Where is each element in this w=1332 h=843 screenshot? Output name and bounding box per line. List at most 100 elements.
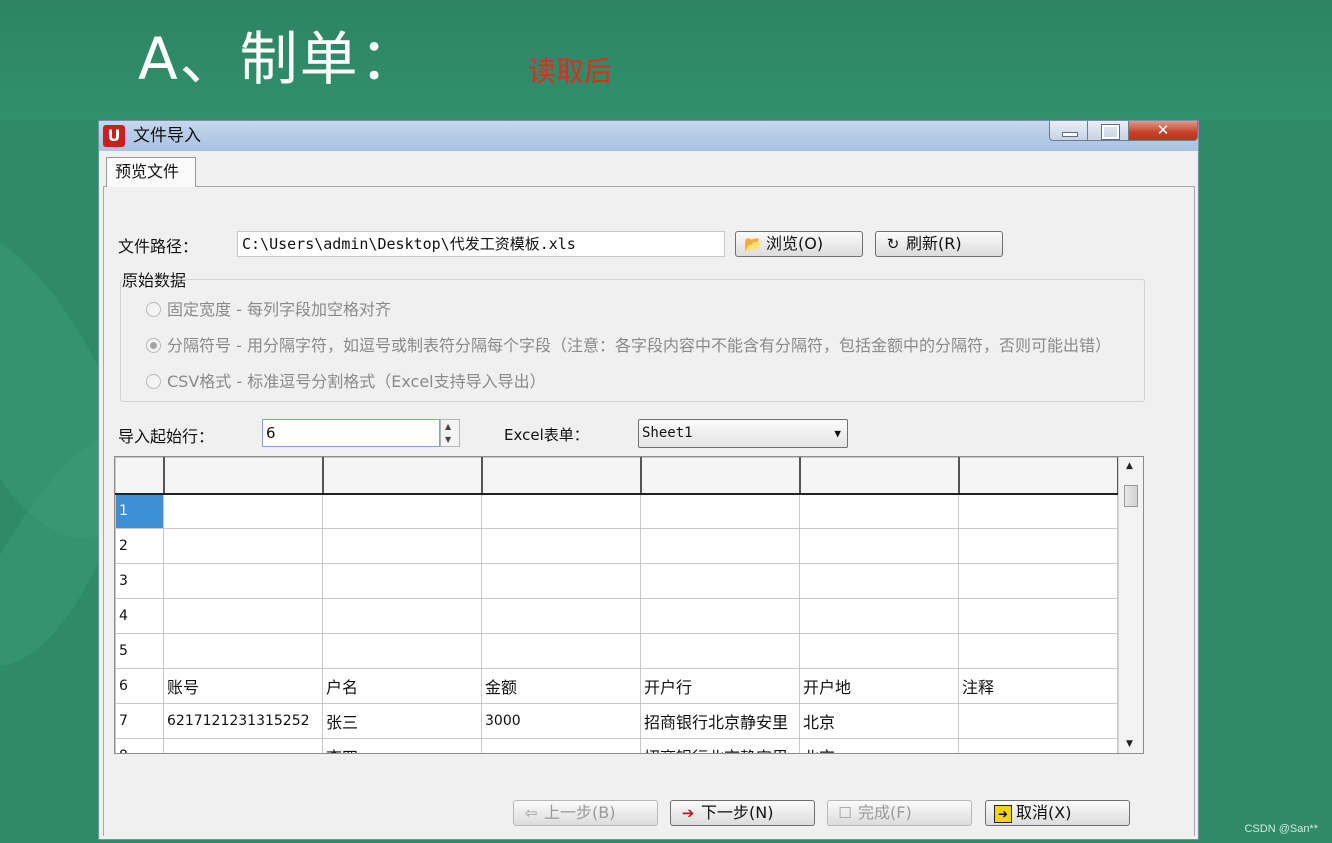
grid-cell[interactable] xyxy=(163,633,323,669)
grid-cell[interactable] xyxy=(322,563,482,599)
row-number-cell[interactable]: 6 xyxy=(115,668,164,704)
grid-cell[interactable]: 开户地 xyxy=(799,668,959,704)
grid-cell[interactable]: 北京 xyxy=(799,738,959,753)
grid-cell[interactable] xyxy=(322,598,482,634)
row-number-cell[interactable]: 3 xyxy=(115,563,164,599)
maximize-button[interactable] xyxy=(1087,121,1129,141)
start-row-label: 导入起始行： xyxy=(118,427,215,446)
table-row[interactable]: 8 李四 招商银行北京静安里北京 xyxy=(115,738,1118,753)
scroll-down-icon[interactable]: ▼ xyxy=(1126,739,1133,749)
preview-grid[interactable]: 1 2 3 4 5 6 账号 户名 金额 开户行 开户地 注释 7 6217121231315252 张三 3… xyxy=(114,456,1144,754)
grid-cell[interactable]: 3000 xyxy=(481,703,641,739)
grid-cell[interactable] xyxy=(163,493,323,529)
stepper-up-icon[interactable]: ▲ xyxy=(445,422,451,431)
grid-cell[interactable] xyxy=(481,563,641,599)
grid-cell[interactable]: 北京 xyxy=(799,703,959,739)
table-row[interactable]: 2 xyxy=(115,528,1118,564)
grid-cell[interactable] xyxy=(958,493,1118,529)
grid-cell[interactable]: 张三 xyxy=(322,703,482,739)
start-row-stepper[interactable]: ▲ ▼ xyxy=(440,419,460,447)
table-row[interactable]: 4 xyxy=(115,598,1118,634)
grid-cell[interactable] xyxy=(958,598,1118,634)
grid-cell[interactable] xyxy=(322,493,482,529)
grid-cell[interactable]: 招商银行北京静安里 xyxy=(640,738,800,753)
radio-csv-label: CSV格式 - 标准逗号分割格式（Excel支持导入导出） xyxy=(167,372,546,391)
grid-cell[interactable] xyxy=(163,738,323,753)
grid-cell[interactable] xyxy=(640,528,800,564)
grid-cell[interactable] xyxy=(481,738,641,753)
grid-column-header[interactable] xyxy=(481,457,642,495)
refresh-label: 刷新(R) xyxy=(906,234,962,253)
grid-cell[interactable]: 户名 xyxy=(322,668,482,704)
grid-cell[interactable]: 招商银行北京静安里 xyxy=(640,703,800,739)
table-row[interactable]: 7 6217121231315252 张三 3000 招商银行北京静安里 北京 xyxy=(115,703,1118,739)
grid-column-header[interactable] xyxy=(799,457,960,495)
grid-cell[interactable] xyxy=(481,598,641,634)
row-number-cell[interactable]: 5 xyxy=(115,633,164,669)
grid-cell[interactable] xyxy=(481,633,641,669)
grid-cell[interactable] xyxy=(322,528,482,564)
grid-cell[interactable] xyxy=(799,528,959,564)
tab-preview-file[interactable]: 预览文件 xyxy=(106,157,196,187)
grid-column-header[interactable] xyxy=(640,457,801,495)
grid-cell[interactable] xyxy=(163,563,323,599)
start-row-input[interactable]: 6 xyxy=(262,419,440,447)
grid-cell[interactable] xyxy=(322,633,482,669)
radio-csv[interactable]: CSV格式 - 标准逗号分割格式（Excel支持导入导出） xyxy=(146,368,546,392)
grid-corner-cell[interactable] xyxy=(115,457,165,495)
grid-cell[interactable] xyxy=(958,528,1118,564)
grid-cell[interactable] xyxy=(958,738,1118,753)
grid-cell[interactable] xyxy=(163,598,323,634)
grid-cell[interactable]: 开户行 xyxy=(640,668,800,704)
table-row[interactable]: 5 xyxy=(115,633,1118,669)
sheet-select[interactable]: Sheet1 ▼ xyxy=(638,419,848,448)
grid-cell[interactable]: 账号 xyxy=(163,668,323,704)
grid-cell[interactable] xyxy=(958,563,1118,599)
table-row[interactable]: 3 xyxy=(115,563,1118,599)
close-button[interactable]: ✕ xyxy=(1128,121,1198,141)
raw-data-group: 固定宽度 - 每列字段加空格对齐 分隔符号 - 用分隔字符，如逗号或制表符分隔每… xyxy=(120,279,1145,402)
grid-cell[interactable] xyxy=(799,598,959,634)
grid-column-header[interactable] xyxy=(163,457,324,495)
table-row[interactable]: 1 xyxy=(115,493,1118,529)
grid-cell[interactable]: 李四 xyxy=(322,738,482,753)
grid-cell[interactable] xyxy=(640,633,800,669)
scroll-up-icon[interactable]: ▲ xyxy=(1126,461,1133,471)
row-number-cell[interactable]: 2 xyxy=(115,528,164,564)
grid-column-header[interactable] xyxy=(958,457,1119,495)
grid-cell[interactable]: 金额 xyxy=(481,668,641,704)
finish-button[interactable]: ☐ 完成(F) xyxy=(827,800,972,826)
grid-cell[interactable] xyxy=(640,493,800,529)
minimize-button[interactable] xyxy=(1049,121,1088,141)
grid-cell[interactable] xyxy=(799,563,959,599)
grid-cell[interactable]: 注释 xyxy=(958,668,1118,704)
row-number-cell[interactable]: 7 xyxy=(115,703,164,739)
grid-cell[interactable] xyxy=(481,528,641,564)
grid-cell[interactable] xyxy=(799,633,959,669)
cancel-button[interactable]: ➜ 取消(X) xyxy=(985,800,1130,826)
grid-column-header[interactable] xyxy=(322,457,483,495)
grid-cell[interactable] xyxy=(481,493,641,529)
refresh-button[interactable]: ↻ 刷新(R) xyxy=(875,231,1003,257)
prev-button[interactable]: ⇦ 上一步(B) xyxy=(513,800,658,826)
grid-cell[interactable] xyxy=(640,563,800,599)
path-input[interactable]: C:\Users\admin\Desktop\代发工资模板.xls xyxy=(237,231,725,257)
grid-cell[interactable]: 6217121231315252 xyxy=(163,703,323,739)
grid-cell[interactable] xyxy=(958,633,1118,669)
row-number-cell[interactable]: 1 xyxy=(115,493,164,529)
grid-cell[interactable] xyxy=(640,598,800,634)
radio-delimited[interactable]: 分隔符号 - 用分隔字符，如逗号或制表符分隔每个字段（注意：各字段内容中不能含有… xyxy=(146,332,1111,356)
row-number-cell[interactable]: 4 xyxy=(115,598,164,634)
vertical-scrollbar[interactable]: ▲ ▼ xyxy=(1118,457,1143,753)
radio-fixed-width[interactable]: 固定宽度 - 每列字段加空格对齐 xyxy=(146,296,391,320)
row-number-cell[interactable]: 8 xyxy=(115,738,164,753)
scroll-thumb[interactable] xyxy=(1124,485,1138,507)
title-bar[interactable]: U 文件导入 ✕ xyxy=(99,121,1198,151)
grid-cell[interactable] xyxy=(958,703,1118,739)
grid-cell[interactable] xyxy=(799,493,959,529)
table-row[interactable]: 6 账号 户名 金额 开户行 开户地 注释 xyxy=(115,668,1118,704)
grid-cell[interactable] xyxy=(163,528,323,564)
next-button[interactable]: ➔ 下一步(N) xyxy=(670,800,815,826)
browse-button[interactable]: 📂 浏览(O) xyxy=(735,231,863,257)
stepper-down-icon[interactable]: ▼ xyxy=(445,435,451,444)
